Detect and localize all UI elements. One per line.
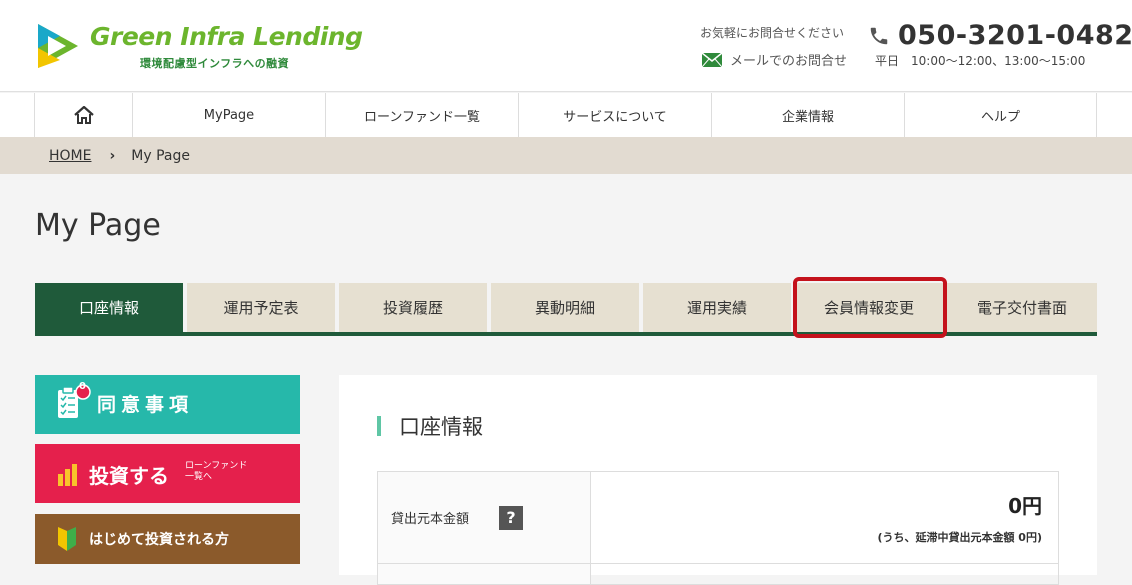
beginner-label: はじめて投資される方 bbox=[89, 532, 229, 548]
help-icon[interactable]: ? bbox=[499, 505, 524, 530]
tab-investment-history[interactable]: 投資履歴 bbox=[339, 283, 487, 332]
nav-item-home[interactable] bbox=[34, 93, 132, 137]
agreement-label: 同意事項 bbox=[97, 394, 194, 416]
invest-label: 投資する bbox=[89, 464, 169, 488]
breadcrumb: HOME › My Page bbox=[0, 137, 1132, 174]
nav-item-mypage[interactable]: MyPage bbox=[132, 93, 325, 137]
loan-principal-label: 貸出元本金額 bbox=[391, 512, 470, 527]
account-info-panel: 口座情報 貸出元本金額 ? 0円 (うち、延滞中貸出元本金額 0円) bbox=[339, 375, 1097, 585]
phone-icon bbox=[870, 27, 888, 44]
bar-chart-icon bbox=[58, 464, 77, 486]
tab-member-info-change[interactable]: 会員情報変更 bbox=[795, 283, 943, 332]
row-label-cell: 貸出元本金額 ? bbox=[378, 472, 591, 563]
tab-schedule[interactable]: 運用予定表 bbox=[187, 283, 335, 332]
logo-title: Green Infra Lending bbox=[90, 22, 363, 51]
business-hours: 平日 10:00〜12:00、13:00〜15:00 bbox=[875, 54, 1086, 68]
tab-performance[interactable]: 運用実績 bbox=[643, 283, 791, 332]
tab-account-info[interactable]: 口座情報 bbox=[35, 283, 183, 332]
nav-item-company[interactable]: 企業情報 bbox=[711, 93, 904, 137]
invest-button[interactable]: 投資する ローンファンド 一覧へ bbox=[35, 444, 300, 503]
clipboard-icon bbox=[58, 384, 91, 418]
tab-transaction-details[interactable]: 異動明細 bbox=[491, 283, 639, 332]
tab-electronic-documents[interactable]: 電子交付書面 bbox=[947, 283, 1097, 332]
logo-subtitle: 環境配慮型インフラへの融資 bbox=[140, 57, 290, 70]
logo-mark-icon bbox=[38, 24, 78, 68]
contact-block: お気軽にお問合せください メールでのお問合せ bbox=[700, 24, 850, 69]
breadcrumb-home-link[interactable]: HOME bbox=[49, 148, 91, 164]
beginner-button[interactable]: はじめて投資される方 bbox=[35, 514, 300, 564]
page-title: My Page bbox=[35, 208, 161, 243]
nav-item-service[interactable]: サービスについて bbox=[518, 93, 711, 137]
row-value-cell: 0円 (うち、延滞中貸出元本金額 0円) bbox=[591, 472, 1058, 563]
mypage-tabs: 口座情報 運用予定表 投資履歴 異動明細 運用実績 会員情報変更 電子交付書面 bbox=[35, 283, 1097, 336]
global-nav: MyPage ローンファンド一覧 サービスについて 企業情報 ヘルプ bbox=[0, 93, 1132, 137]
table-row: 貸出元本金額 ? 0円 (うち、延滞中貸出元本金額 0円) bbox=[378, 472, 1058, 564]
contact-note: お気軽にお問合せください bbox=[700, 26, 845, 40]
phone-block: 050-3201-0482 平日 10:00〜12:00、13:00〜15:00 bbox=[868, 20, 1132, 69]
panel-title: 口座情報 bbox=[399, 415, 483, 439]
phone-number[interactable]: 050-3201-0482 bbox=[868, 20, 1132, 51]
beginner-mark-icon bbox=[58, 527, 76, 551]
site-logo[interactable]: Green Infra Lending 環境配慮型インフラへの融資 bbox=[34, 16, 364, 78]
breadcrumb-current: My Page bbox=[131, 147, 190, 164]
loan-principal-value: 0円 bbox=[1008, 494, 1042, 518]
invest-sublabel-line1: ローンファンド bbox=[185, 461, 248, 471]
nav-item-loan-funds[interactable]: ローンファンド一覧 bbox=[325, 93, 518, 137]
phone-number-text: 050-3201-0482 bbox=[898, 20, 1132, 51]
overdue-principal-note: (うち、延滞中貸出元本金額 0円) bbox=[877, 531, 1042, 544]
row-label-cell bbox=[378, 564, 591, 584]
invest-sublabel-line2: 一覧へ bbox=[185, 472, 213, 482]
heading-accent-bar bbox=[377, 416, 381, 436]
agreement-badge: 0 bbox=[79, 381, 86, 392]
chevron-right-icon: › bbox=[109, 147, 116, 164]
mail-contact-label: メールでのお問合せ bbox=[730, 54, 848, 69]
home-icon bbox=[73, 106, 94, 124]
site-header: Green Infra Lending 環境配慮型インフラへの融資 お気軽にお問… bbox=[0, 0, 1132, 92]
mail-icon bbox=[702, 52, 722, 67]
panel-heading: 口座情報 bbox=[377, 411, 483, 441]
nav-item-help[interactable]: ヘルプ bbox=[904, 93, 1097, 137]
mail-contact-link[interactable]: メールでのお問合せ bbox=[700, 50, 850, 69]
table-row bbox=[378, 564, 1058, 584]
account-info-table: 貸出元本金額 ? 0円 (うち、延滞中貸出元本金額 0円) bbox=[377, 471, 1059, 585]
agreement-button[interactable]: 0 同意事項 bbox=[35, 375, 300, 434]
invest-sublabel: ローンファンド 一覧へ bbox=[185, 461, 247, 483]
row-value-cell bbox=[591, 564, 1058, 584]
